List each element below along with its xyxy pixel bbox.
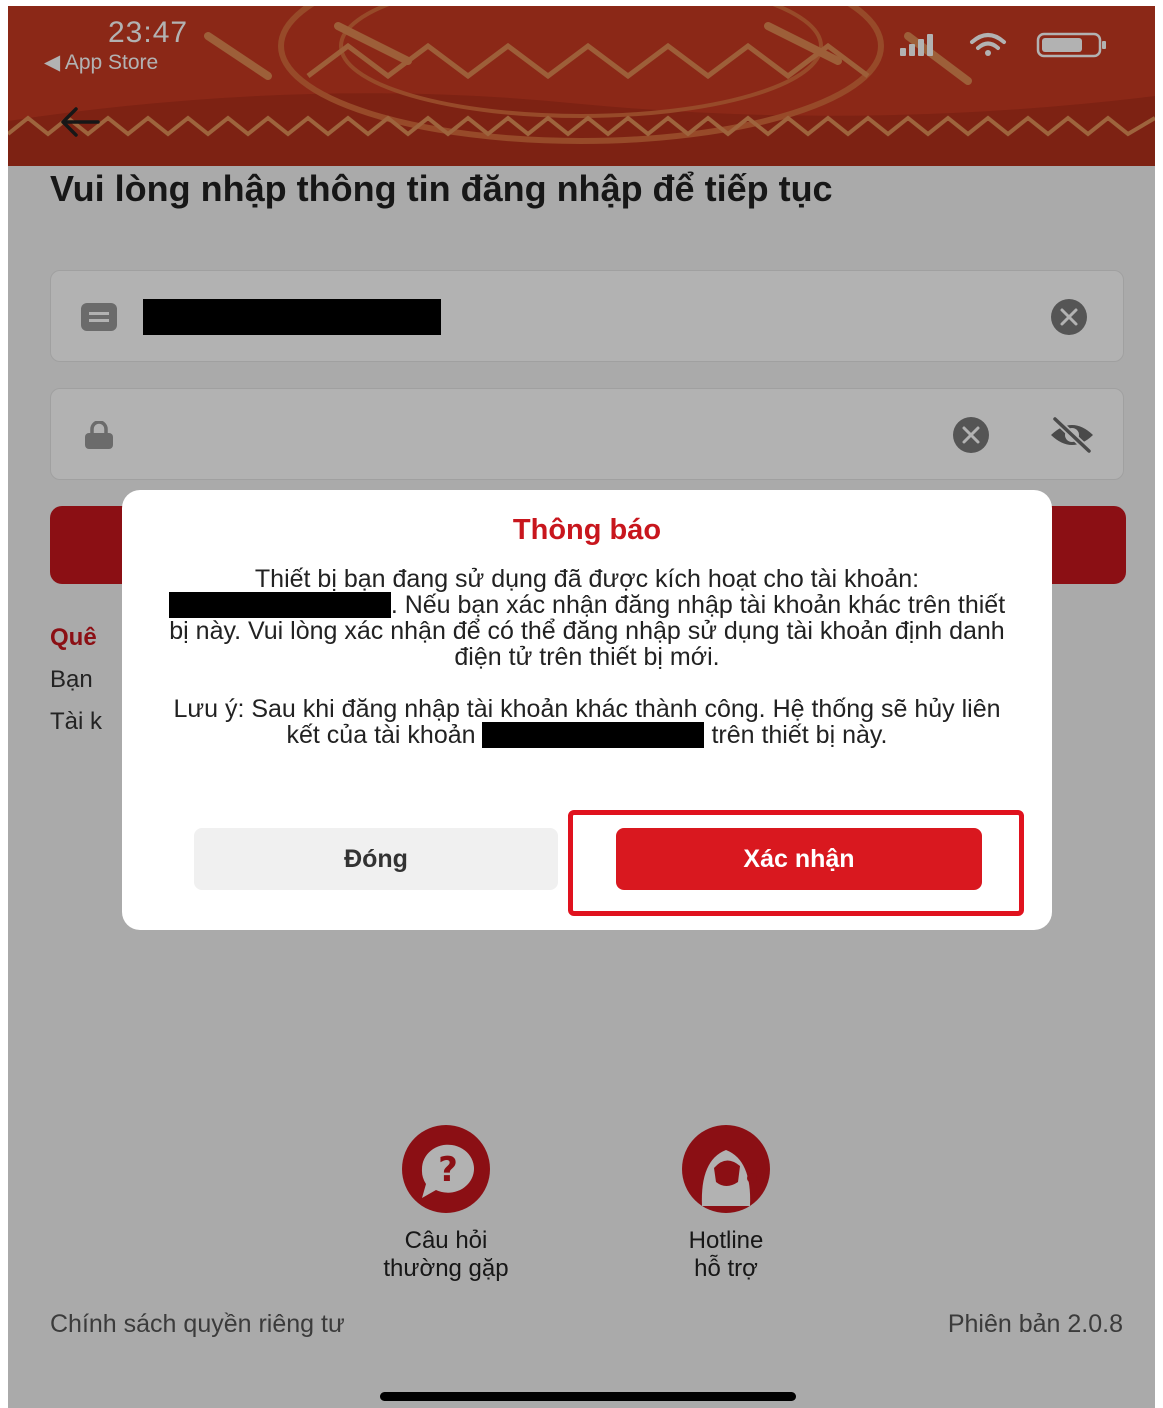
redacted-account bbox=[482, 722, 705, 748]
confirm-button[interactable]: Xác nhận bbox=[616, 828, 982, 890]
notice-dialog: Thông báo Thiết bị bạn đang sử dụng đã đ… bbox=[122, 490, 1052, 930]
dialog-title: Thông báo bbox=[512, 514, 662, 546]
dialog-note: trên thiết bị này. bbox=[711, 721, 888, 749]
close-button[interactable]: Đóng bbox=[194, 828, 558, 890]
dialog-message: Thiết bị bạn đang sử dụng đã được kích h… bbox=[162, 566, 1012, 748]
home-indicator[interactable] bbox=[380, 1392, 796, 1401]
app-screen: 23:47 ◀ App Store Vui lòng nhập thông ti… bbox=[8, 6, 1155, 1408]
redacted-account bbox=[168, 592, 391, 618]
dialog-text: Thiết bị bạn đang sử dụng đã được kích h… bbox=[254, 565, 920, 593]
